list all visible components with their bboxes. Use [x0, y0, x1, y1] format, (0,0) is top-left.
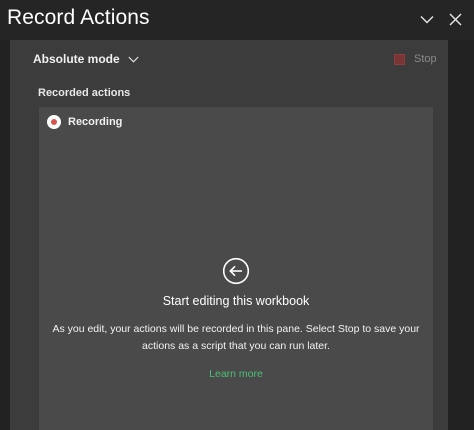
- recording-label: Recording: [68, 116, 123, 128]
- close-icon: [449, 13, 461, 25]
- mode-dropdown[interactable]: Absolute mode: [33, 50, 139, 68]
- mode-label: Absolute mode: [33, 52, 120, 66]
- empty-state-title: Start editing this workbook: [162, 294, 310, 308]
- close-pane-button[interactable]: [444, 8, 466, 30]
- record-actions-panel: Absolute mode Stop Recorded actions Reco…: [10, 40, 448, 430]
- empty-state: Start editing this workbook As you edit,…: [39, 257, 433, 382]
- learn-more-link[interactable]: Learn more: [209, 368, 263, 380]
- chevron-down-icon: [420, 15, 434, 23]
- task-pane-header: Record Actions: [0, 0, 474, 40]
- stop-square-icon: [394, 53, 405, 65]
- recorded-actions-label: Recorded actions: [38, 87, 131, 99]
- arrow-left-circle-icon: [222, 257, 250, 285]
- stop-label: Stop: [414, 53, 437, 65]
- recording-dot-icon: [47, 115, 61, 129]
- recorded-actions-list[interactable]: Recording Start editing this workbook As…: [39, 107, 433, 430]
- recording-status: Recording: [47, 114, 122, 130]
- chevron-down-icon: [128, 56, 139, 63]
- collapse-pane-button[interactable]: [416, 8, 438, 30]
- stop-button[interactable]: Stop: [394, 50, 437, 68]
- empty-state-description: As you edit, your actions will be record…: [52, 323, 420, 352]
- pane-title: Record Actions: [7, 6, 150, 29]
